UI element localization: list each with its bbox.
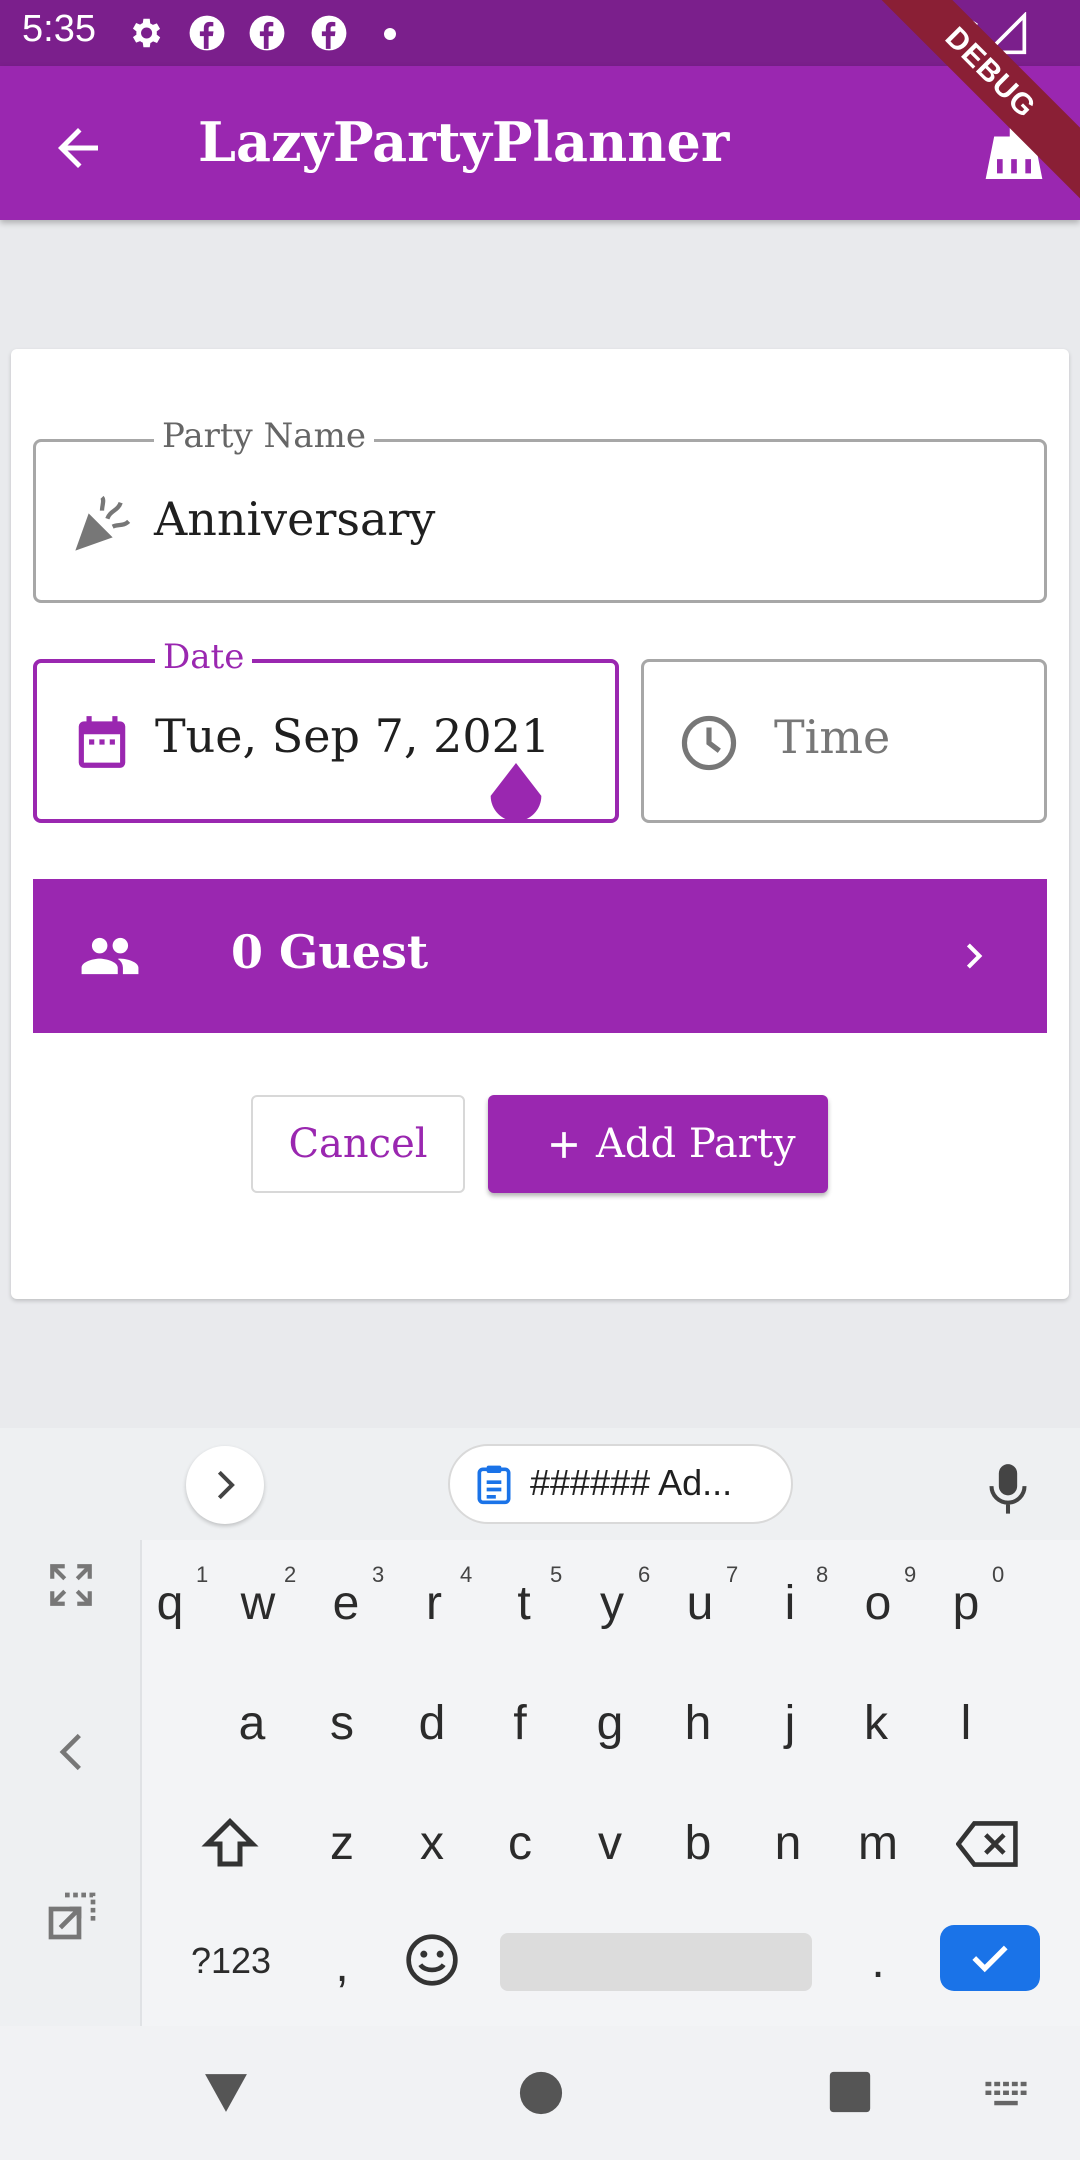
emoji-icon[interactable] [404,1932,460,1988]
wifi-icon [934,16,978,51]
facebook-icon [311,15,347,51]
key-hint-o: 9 [904,1562,917,1587]
navigation-bar [0,2026,1080,2160]
guests-button[interactable]: 0 Guest [33,879,1047,1033]
expand-icon[interactable] [46,1560,96,1610]
clock-icon [681,715,737,771]
key-l[interactable]: l [926,1696,1006,1751]
status-time: 5:35 [22,8,96,50]
app-title: LazyPartyPlanner [198,110,730,174]
keyboard-toolbar-expand[interactable] [186,1446,264,1524]
add-party-label: Add Party [596,1121,796,1167]
key-n[interactable]: n [748,1816,828,1871]
key-h[interactable]: h [658,1696,738,1751]
plus-icon [551,1132,577,1158]
chevron-left-icon[interactable] [50,1724,94,1780]
signal-icon [984,12,1027,55]
add-party-button[interactable]: Add Party [488,1095,828,1193]
chevron-right-icon [217,1470,235,1500]
settings-icon [132,18,161,48]
date-field[interactable]: Date Tue, Sep 7, 2021 [33,637,619,823]
people-icon [81,937,139,975]
date-input[interactable]: Tue, Sep 7, 2021 [155,709,550,763]
party-name-field[interactable]: Party Name Anniversary [33,416,1047,603]
key-c[interactable]: c [480,1816,560,1871]
chevron-right-icon [966,943,983,969]
key-m[interactable]: m [838,1816,918,1871]
key-hint-p: 0 [992,1562,1005,1587]
key-a[interactable]: a [212,1696,292,1751]
shift-icon[interactable] [200,1814,260,1874]
key-hint-r: 4 [460,1562,473,1587]
party-name-input[interactable]: Anniversary [154,492,435,546]
guests-label: 0 Guest [231,925,429,979]
key-hint-q: 1 [196,1562,209,1587]
checkmark-icon [972,1945,1008,1973]
key-hint-u: 7 [726,1562,739,1587]
backspace-icon[interactable] [956,1818,1020,1870]
period-key[interactable]: . [838,1934,918,1989]
key-d[interactable]: d [392,1696,472,1751]
key-b[interactable]: b [658,1816,738,1871]
text-cursor-handle[interactable] [485,763,547,839]
floating-keyboard-icon[interactable] [44,1888,100,1944]
dot-icon [384,28,396,40]
date-label: Date [155,637,253,677]
microphone-icon[interactable] [986,1460,1030,1516]
time-input[interactable]: Time [774,710,890,764]
key-g[interactable]: g [570,1696,650,1751]
clipboard-icon [477,1465,511,1505]
facebook-icon [249,15,285,51]
key-hint-e: 3 [372,1562,385,1587]
key-hint-y: 6 [638,1562,651,1587]
calendar-icon [78,716,126,768]
status-bar: 5:35 [0,0,1080,66]
symbols-key[interactable]: ?123 [190,1940,272,1982]
key-s[interactable]: s [302,1696,382,1751]
key-hint-w: 2 [284,1562,297,1587]
facebook-icon [189,15,225,51]
party-form-card: Party Name Anniversary Date Tue, Sep 7, … [11,349,1069,1299]
clipboard-text: ###### Ad... [530,1462,733,1503]
arrow-back-icon[interactable] [48,118,108,178]
enter-key[interactable] [940,1925,1040,1991]
comma-key[interactable]: , [302,1938,382,1993]
app-bar: LazyPartyPlanner [0,66,1080,220]
key-v[interactable]: v [570,1816,650,1871]
clipboard-suggestion[interactable]: ###### Ad... [448,1444,793,1524]
key-hint-i: 8 [816,1562,829,1587]
party-popper-icon [75,495,131,551]
key-hint-t: 5 [550,1562,563,1587]
keyboard-switch-icon[interactable] [984,2080,1028,2110]
recents-square-icon[interactable] [828,2070,872,2114]
space-key[interactable] [500,1933,812,1991]
key-z[interactable]: z [302,1816,382,1871]
back-triangle-icon[interactable] [200,2070,252,2116]
key-j[interactable]: j [750,1696,830,1751]
home-circle-icon[interactable] [518,2070,564,2116]
broom-icon[interactable] [980,108,1048,182]
keyboard-side-panel [0,1428,142,2026]
time-field[interactable]: Time [641,659,1047,823]
soft-keyboard: ###### Ad... ?123 , . q1w2e3r4t5y6u7i8o9… [0,1428,1080,2026]
cancel-button[interactable]: Cancel [251,1095,465,1193]
key-x[interactable]: x [392,1816,472,1871]
party-name-label: Party Name [154,416,374,456]
key-k[interactable]: k [836,1696,916,1751]
key-f[interactable]: f [480,1696,560,1751]
